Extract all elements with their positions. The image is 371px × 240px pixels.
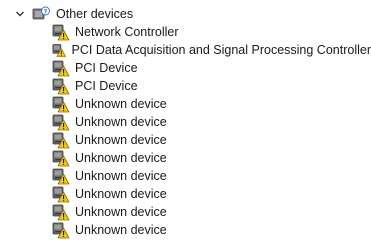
device-label: Unknown device (75, 223, 167, 237)
device-item[interactable]: Unknown device (0, 167, 371, 185)
device-label: PCI Device (75, 61, 138, 75)
device-item[interactable]: PCI Data Acquisition and Signal Processi… (0, 41, 371, 59)
device-item[interactable]: Unknown device (0, 203, 371, 221)
warning-device-icon (52, 78, 70, 94)
device-list: Network Controller PCI Data Acquisition … (0, 23, 371, 239)
device-item[interactable]: Unknown device (0, 113, 371, 131)
warning-device-icon (52, 204, 70, 220)
svg-text:?: ? (44, 8, 48, 16)
warning-device-icon (52, 24, 70, 40)
device-label: Unknown device (75, 205, 167, 219)
device-item[interactable]: PCI Device (0, 77, 371, 95)
tree-category-other-devices[interactable]: ? Other devices (0, 5, 371, 23)
warning-device-icon (52, 222, 70, 238)
device-label: Unknown device (75, 187, 167, 201)
category-label: Other devices (56, 7, 134, 21)
unknown-device-category-icon: ? (32, 6, 50, 20)
device-label: Unknown device (75, 151, 167, 165)
warning-device-icon (52, 186, 70, 202)
warning-device-icon (52, 96, 70, 112)
device-label: PCI Device (75, 79, 138, 93)
device-label: Unknown device (75, 115, 167, 129)
warning-device-icon (52, 150, 70, 166)
device-item[interactable]: PCI Device (0, 59, 371, 77)
warning-device-icon (52, 60, 70, 76)
warning-device-icon (52, 168, 70, 184)
device-label: Unknown device (75, 97, 167, 111)
chevron-down-icon[interactable] (14, 8, 26, 20)
device-label: Unknown device (75, 133, 167, 147)
device-item[interactable]: Unknown device (0, 95, 371, 113)
device-item[interactable]: Network Controller (0, 23, 371, 41)
device-label: Network Controller (75, 25, 179, 39)
device-label: PCI Data Acquisition and Signal Processi… (71, 43, 371, 57)
device-label: Unknown device (75, 169, 167, 183)
warning-device-icon (52, 132, 70, 148)
device-item[interactable]: Unknown device (0, 221, 371, 239)
warning-device-icon (52, 43, 67, 57)
device-item[interactable]: Unknown device (0, 185, 371, 203)
device-tree: ? Other devices Network Controller PCI D… (0, 5, 371, 239)
device-item[interactable]: Unknown device (0, 131, 371, 149)
device-item[interactable]: Unknown device (0, 149, 371, 167)
warning-device-icon (52, 114, 70, 130)
